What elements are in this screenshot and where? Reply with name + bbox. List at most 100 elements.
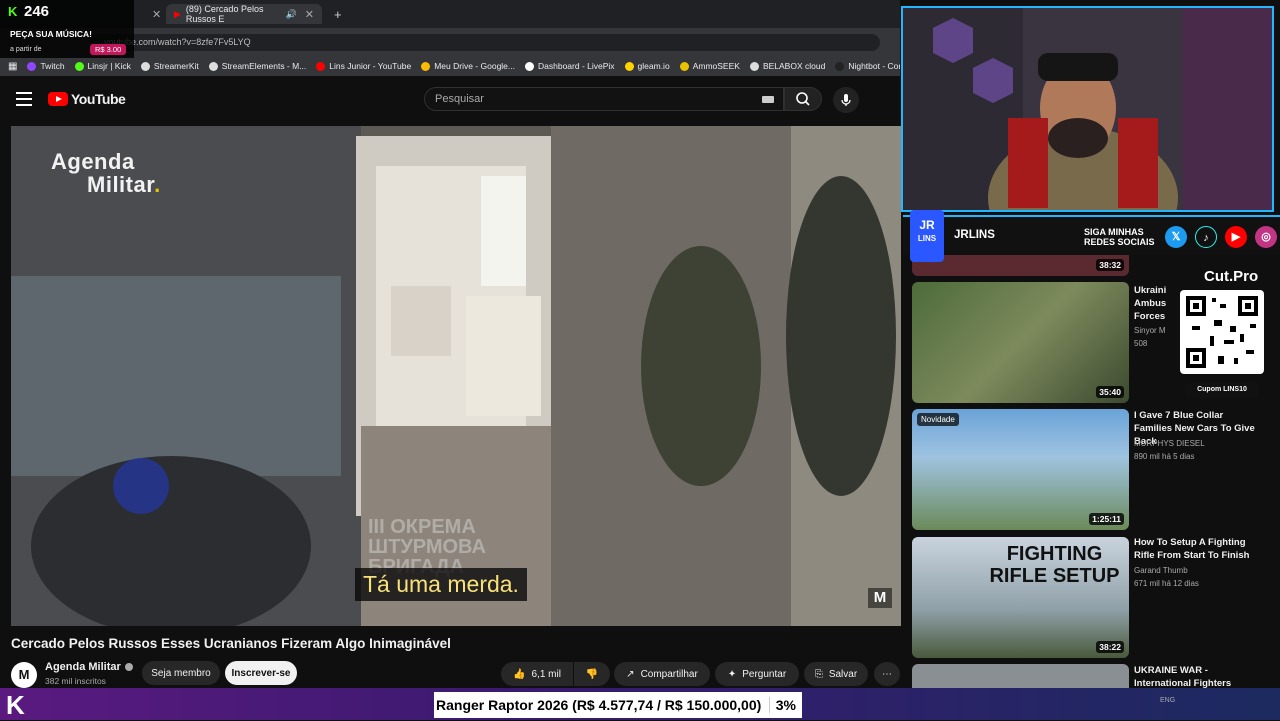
sidebar-video-title[interactable]: How To Setup A Fighting Rifle From Start… [1134,536,1259,562]
bookmark-icon [624,61,634,71]
brand-dot: . [154,172,161,197]
search-icon [796,92,810,106]
youtube-logo[interactable]: YouTube [48,91,126,107]
follow-line-2: REDES SOCIAIS [1084,237,1155,247]
brand-line-1: Agenda [51,149,135,174]
qr-pattern [1186,296,1258,368]
bookmark-item[interactable]: Meu Drive - Google... [421,61,515,71]
price-badge: R$ 3.00 [90,44,127,55]
cutpro-logo: Cut.Pro [1204,268,1259,285]
search-input[interactable]: Pesquisar [424,87,784,111]
speaker-icon[interactable]: 🔊 [286,9,297,20]
price-from-label: a partir de [10,46,42,53]
youtube-logo-text: YouTube [71,91,126,107]
url-input[interactable]: youtube.com/watch?v=8zfe7Fv5LYQ [90,34,880,51]
new-badge: Novidade [917,413,959,426]
close-icon[interactable]: ✕ [305,8,314,21]
youtube-play-icon [48,92,68,106]
thumbs-up-icon: 👍 [513,668,526,680]
close-icon[interactable]: ✕ [152,8,161,21]
join-button[interactable]: Seja membro [142,661,220,685]
bookmark-label: AmmoSEEK [692,61,740,71]
bookmark-item[interactable]: Lins Junior - YouTube [316,61,411,71]
channel-name[interactable]: Agenda Militar [45,661,121,673]
tab-active[interactable]: ▶ (89) Cercado Pelos Russos E 🔊 ✕ [166,4,322,24]
tab-label: (89) Cercado Pelos Russos E [185,4,264,24]
subscribe-button[interactable]: Inscrever-se [225,661,297,685]
apps-icon[interactable]: ▦ [8,61,17,72]
channel-avatar[interactable]: M [11,662,37,688]
share-button[interactable]: ↗ Compartilhar [614,662,710,686]
save-button[interactable]: ⎘ Salvar [804,662,868,686]
bookmark-label: Twitch [40,61,65,71]
bookmark-item[interactable]: Nightbot - Comm [835,61,900,71]
bookmark-icon [140,61,150,71]
bookmark-item[interactable]: Twitch [27,61,65,71]
bookmark-icon [679,61,689,71]
tab-close-prev[interactable]: ✕ [136,4,164,24]
system-tray-lang: ENG [1160,697,1176,704]
bookmark-label: Nightbot - Comm [848,61,900,71]
sidebar-channel[interactable]: MURPHYS DIESEL [1134,437,1205,450]
brand-line-2-text: Militar [87,172,155,197]
voice-search-button[interactable] [833,87,859,113]
duration-badge: 1:25:11 [1089,513,1124,525]
youtube-icon: ▶ [1225,226,1247,248]
plus-icon[interactable]: + [334,7,342,22]
subscriber-count: 382 mil inscritos [45,676,106,686]
bookmark-label: Meu Drive - Google... [434,61,515,71]
bookmark-item[interactable]: StreamElements - M... [208,61,306,71]
search-button[interactable] [784,87,822,111]
channel-name-row[interactable]: Agenda Militar [45,661,133,673]
tiktok-icon: ♪ [1195,226,1217,248]
sidebar-video-title[interactable]: Ukraini Ambus Forces [1134,284,1170,323]
bookmark-item[interactable]: Linsjr | Kick [74,61,131,71]
thumbs-down-icon: 👎 [585,668,599,680]
webcam-feed [903,8,1272,210]
sidebar-thumb-1[interactable]: 35:40 [912,282,1129,403]
bookmark-item[interactable]: BELABOX cloud [749,61,825,71]
sidebar-channel[interactable]: Garand Thumb [1134,564,1188,577]
ask-button[interactable]: ✦ Perguntar [715,662,799,686]
bookmark-icon: ⎘ [814,668,823,680]
share-icon: ↗ [626,668,635,680]
coupon-badge: Cupom LINS10 [1184,382,1260,398]
bookmark-item[interactable]: AmmoSEEK [679,61,740,71]
sidebar-thumb-2[interactable]: 1:25:11 [912,409,1129,530]
sidebar-meta: 890 mil há 5 dias [1134,452,1195,461]
follow-socials-label: SIGA MINHAS REDES SOCIAIS [1084,227,1155,247]
dislike-button[interactable]: 👎 [574,662,610,686]
brand-line-2: Militar. [51,173,161,196]
bookmark-label: gleam.io [637,61,670,71]
watermark-line-2: ШТУРМОВА [368,536,486,558]
duration-badge: 35:40 [1096,386,1124,398]
channel-watermark-badge[interactable]: M [868,588,892,608]
channel-brand-overlay: Agenda Militar. [51,150,161,196]
bookmark-item[interactable]: StreamerKit [140,61,199,71]
sidebar-channel[interactable]: Sinyor M [1134,324,1166,337]
new-tab-button[interactable]: + [326,4,350,24]
like-button[interactable]: 👍 6,1 mil [501,662,573,686]
video-title: Cercado Pelos Russos Esses Ucranianos Fi… [11,636,451,651]
bookmarks-bar: ▦ Twitch Linsjr | Kick StreamerKit StreamEl… [0,56,900,76]
bookmark-icon [835,61,845,71]
save-label: Salvar [828,668,858,680]
hamburger-menu-icon[interactable] [16,92,32,106]
logo-bottom: LINS [917,234,937,243]
qr-code [1180,290,1264,374]
goal-text: Ranger Raptor 2026 (R$ 4.577,74 / R$ 150… [436,697,762,713]
goal-percent: 3% [768,697,796,713]
more-actions-button[interactable]: ⋯ [874,662,900,686]
bookmark-item[interactable]: gleam.io [624,61,670,71]
keyboard-icon[interactable] [762,96,774,103]
duration-badge: 38:22 [1096,641,1124,653]
x-twitter-icon: 𝕏 [1165,226,1187,248]
sidebar-thumb-3[interactable]: FIGHTING RIFLE SETUP 38:22 [912,537,1129,658]
bookmark-icon [525,61,534,71]
share-label: Compartilhar [640,668,698,680]
mic-icon [841,94,851,106]
sidebar-thumb-4[interactable] [912,664,1129,688]
watermark-line-1: III ОКРЕМА [368,516,476,538]
sparkle-icon: ✦ [727,668,737,680]
bookmark-item[interactable]: Dashboard - LivePix [525,61,615,71]
